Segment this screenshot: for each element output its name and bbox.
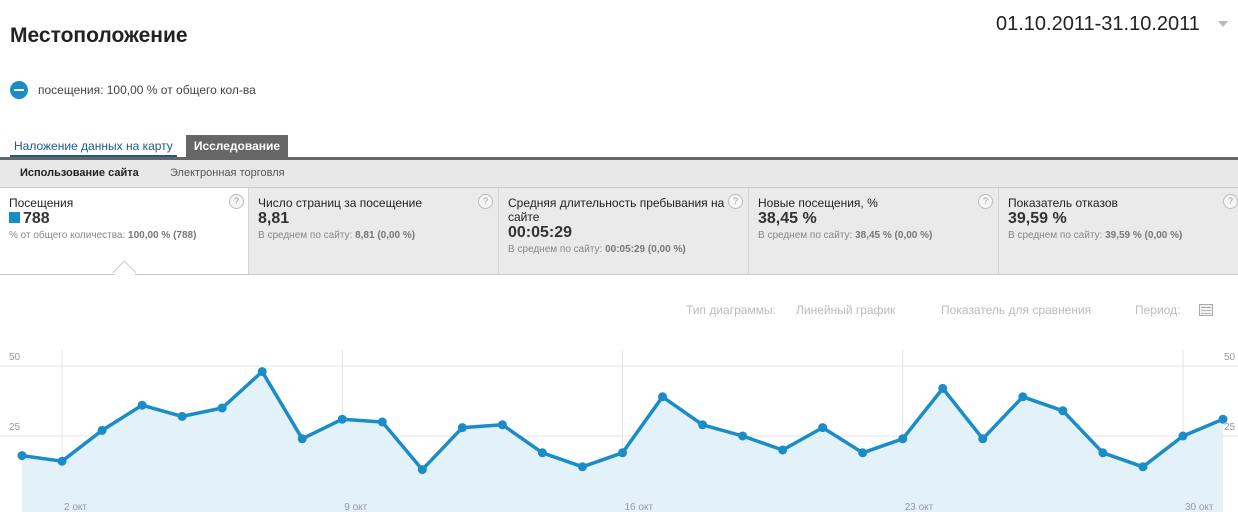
segment-label: посещения: 100,00 % от общего кол-ва — [38, 83, 256, 97]
metric-value: 8,81 — [258, 210, 290, 227]
metric-label: Показатель отказов — [1008, 196, 1118, 210]
visits-line-chart: 50 50 25 25 2 окт 9 окт 16 окт 23 окт 30 окт — [0, 350, 1238, 512]
data-point — [978, 434, 988, 444]
metric-value: 788 — [9, 210, 239, 228]
metric-subtext: В среднем по сайту: 00:05:29 (0,00 %) — [508, 244, 686, 255]
y-tick-label-left: 50 — [9, 352, 21, 363]
y-tick-label-right: 50 — [1224, 352, 1236, 363]
subtab-ecommerce[interactable]: Электронная торговля — [170, 160, 285, 187]
data-point — [177, 411, 187, 421]
chevron-down-icon[interactable] — [1218, 21, 1228, 27]
x-tick-label: 23 окт — [905, 502, 934, 512]
data-point — [698, 420, 708, 430]
calendar-icon[interactable] — [1199, 304, 1213, 316]
data-point — [658, 392, 668, 402]
data-point — [1098, 448, 1108, 458]
help-icon[interactable]: ? — [229, 194, 244, 209]
metric-avg-duration[interactable]: Средняя длительность пребывания на сайте… — [499, 188, 749, 274]
data-point — [17, 451, 27, 461]
y-tick-label-left: 25 — [9, 422, 21, 433]
data-point — [57, 456, 67, 466]
date-range-selector[interactable]: 01.10.2011-31.10.2011 — [990, 8, 1236, 40]
metric-subtext: В среднем по сайту: 39,59 % (0,00 %) — [1008, 230, 1183, 241]
chart-type-label: Тип диаграммы: — [686, 303, 776, 317]
minus-circle-icon[interactable] — [10, 81, 28, 99]
help-icon[interactable]: ? — [1223, 194, 1238, 209]
view-tabs: Наложение данных на карту Исследование — [10, 135, 289, 157]
page-title: Местоположение — [10, 24, 188, 47]
metric-value: 00:05:29 — [508, 224, 573, 241]
metric-new-visits[interactable]: Новые посещения, % 38,45 % В среднем по … — [749, 188, 999, 274]
period-label: Период: — [1135, 303, 1181, 317]
metric-label: Средняя длительность пребывания на сайте — [508, 196, 725, 224]
data-point — [377, 417, 387, 427]
data-point — [898, 434, 908, 444]
data-point — [337, 414, 347, 424]
data-point — [938, 383, 948, 393]
y-tick-label-right: 25 — [1224, 422, 1236, 433]
help-icon[interactable]: ? — [478, 194, 493, 209]
data-point — [457, 423, 467, 433]
x-tick-label: 9 окт — [344, 502, 367, 512]
data-point — [137, 400, 147, 410]
chart-type-selector[interactable]: Линейный график — [796, 303, 895, 317]
metric-bounce-rate[interactable]: Показатель отказов 39,59 % В среднем по … — [999, 188, 1238, 274]
data-point — [1018, 392, 1028, 402]
data-point — [1058, 406, 1068, 416]
series-color-swatch — [9, 212, 20, 223]
metric-label: Число страниц за посещение — [258, 196, 422, 210]
subtab-bar: Использование сайта Электронная торговля — [0, 160, 1238, 188]
data-point — [537, 448, 547, 458]
data-point — [818, 423, 828, 433]
metric-subtext: В среднем по сайту: 8,81 (0,00 %) — [258, 230, 416, 241]
metric-value: 38,45 % — [758, 210, 817, 227]
subtab-site-usage[interactable]: Использование сайта — [20, 160, 139, 187]
data-point — [497, 420, 507, 430]
data-point — [577, 462, 587, 472]
metric-value: 39,59 % — [1008, 210, 1067, 227]
data-point — [1138, 462, 1148, 472]
metric-label: Новые посещения, % — [758, 196, 878, 210]
data-point — [738, 431, 748, 441]
x-tick-label: 2 окт — [64, 502, 87, 512]
data-point — [257, 367, 267, 377]
metric-subtext: % от общего количества: 100,00 % (788) — [9, 230, 197, 241]
metric-label: Посещения — [9, 196, 74, 210]
help-icon[interactable]: ? — [728, 194, 743, 209]
data-point — [1178, 431, 1188, 441]
data-point — [217, 403, 227, 413]
data-point — [618, 448, 627, 458]
compare-metric-selector[interactable]: Показатель для сравнения — [941, 303, 1091, 317]
data-point — [417, 465, 427, 475]
metrics-scorecard: Посещения 788 % от общего количества: 10… — [0, 188, 1238, 275]
tab-explorer[interactable]: Исследование — [185, 135, 289, 157]
tab-map-overlay[interactable]: Наложение данных на карту — [10, 135, 177, 157]
data-point — [858, 448, 868, 458]
x-tick-label: 30 окт — [1185, 502, 1214, 512]
segment-indicator[interactable]: посещения: 100,00 % от общего кол-ва — [10, 81, 256, 99]
data-point — [297, 434, 307, 444]
date-range-text: 01.10.2011-31.10.2011 — [996, 12, 1200, 35]
metric-subtext: В среднем по сайту: 38,45 % (0,00 %) — [758, 230, 933, 241]
metric-pages-per-visit[interactable]: Число страниц за посещение 8,81 В средне… — [249, 188, 499, 274]
data-point — [97, 425, 107, 435]
help-icon[interactable]: ? — [978, 194, 993, 209]
data-point — [778, 445, 788, 455]
x-tick-label: 16 окт — [625, 502, 654, 512]
